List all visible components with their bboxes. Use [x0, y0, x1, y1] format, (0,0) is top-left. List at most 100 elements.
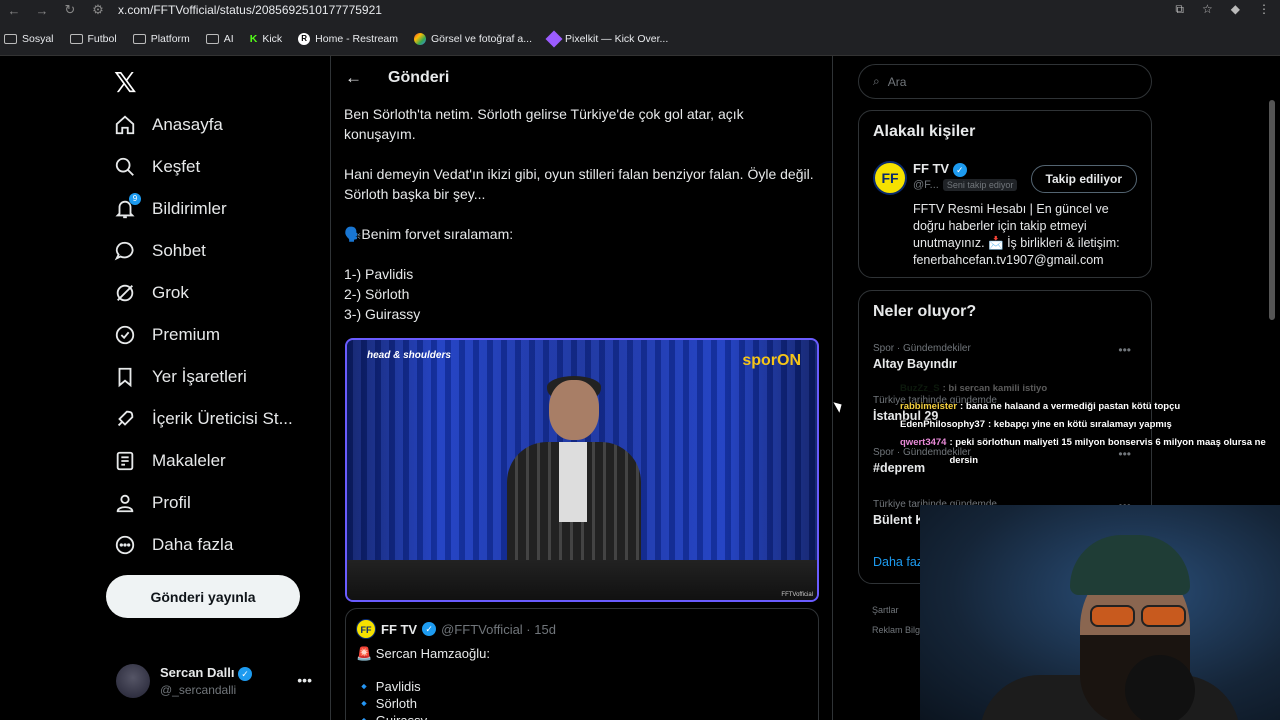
- sidebar-item-notifications[interactable]: 9 Bildirimler: [114, 193, 227, 220]
- folder-icon: [69, 34, 83, 44]
- follows-you-badge: Seni takip ediyor: [942, 179, 1018, 191]
- page-title: Gönderi: [388, 69, 450, 86]
- extension-icon[interactable]: ◆: [1231, 2, 1240, 16]
- bookmark-icon: [114, 366, 136, 388]
- video-watermark: FFTVofficial: [781, 592, 813, 598]
- ranking-item: 1-) Pavlidis: [344, 266, 414, 282]
- bookmark-kick[interactable]: K Kick: [250, 33, 282, 45]
- kick-icon: K: [249, 33, 258, 45]
- post-paragraph: Hani demeyin Vedat'ın ikizi gibi, oyun s…: [344, 166, 814, 202]
- install-icon[interactable]: ⧉: [1175, 2, 1184, 17]
- sidebar-item-profile[interactable]: Profil: [114, 492, 191, 514]
- post-body: Ben Sörloth'ta netim. Sörloth gelirse Tü…: [344, 104, 814, 324]
- webcam-overlay: [920, 505, 1280, 720]
- footer-link[interactable]: Şartlar: [872, 600, 922, 620]
- avatar: [116, 664, 150, 698]
- profile-icon: [114, 492, 136, 514]
- star-icon[interactable]: ☆: [1202, 2, 1213, 16]
- menu-icon[interactable]: ⋮: [1258, 2, 1270, 16]
- restream-icon: R: [298, 33, 311, 45]
- mouse-cursor: [833, 399, 845, 413]
- image-icon: [414, 33, 427, 45]
- rocket-icon: [114, 408, 136, 430]
- quoted-author-handle: @FFTVofficial · 15d: [441, 621, 556, 637]
- sidebar-item-explore[interactable]: Keşfet: [114, 156, 200, 178]
- account-handle: @_sercandalli: [160, 683, 237, 697]
- verified-icon: ✓: [238, 667, 253, 681]
- browser-chrome: ← → ↻ ⚙ x.com/FFTVofficial/status/208569…: [0, 0, 1280, 56]
- video-desk: [347, 560, 817, 600]
- quoted-post-list: 🔹 Pavlidis 🔹 Sörloth 🔹 Guirassy ...: [356, 678, 808, 720]
- quoted-author-name: FF TV: [381, 621, 418, 637]
- footer-links: Şartlar Reklam Bilgi: [872, 600, 922, 640]
- bookmark-ai[interactable]: AI: [205, 33, 234, 45]
- post-paragraph: 🗣️Benim forvet sıralamam:: [344, 226, 514, 242]
- more-dots-icon[interactable]: •••: [1118, 343, 1131, 357]
- following-button[interactable]: Takip ediliyor: [1030, 165, 1137, 193]
- panel-title: Neler oluyor?: [873, 303, 977, 320]
- related-user-bio: FFTV Resmi Hesabı | En güncel ve doğru h…: [913, 202, 1120, 267]
- bookmark-futbol[interactable]: Futbol: [69, 33, 117, 45]
- more-dots-icon[interactable]: •••: [297, 672, 312, 688]
- channel-logo: sporON: [742, 352, 801, 369]
- related-user-handle: @F... Seni takip ediyor: [913, 179, 1018, 191]
- account-switcher[interactable]: Sercan Dallı ✓ @_sercandalli •••: [116, 664, 316, 698]
- sidebar-item-home[interactable]: Anasayfa: [114, 114, 223, 136]
- post-button[interactable]: Gönderi yayınla: [106, 575, 300, 618]
- ranking-item: 3-) Guirassy: [344, 306, 421, 322]
- ranking-item: 2-) Sörloth: [344, 286, 410, 302]
- bookmark-sosyal[interactable]: Sosyal: [4, 33, 54, 45]
- sidebar-item-more[interactable]: Daha fazla: [114, 534, 233, 556]
- list-item: 🔹 Pavlidis: [356, 679, 421, 694]
- sidebar-item-grok[interactable]: Grok: [114, 282, 189, 304]
- show-more-link[interactable]: Daha faz: [873, 555, 923, 569]
- post-video[interactable]: head & shoulders sporON FFTVofficial: [345, 338, 819, 602]
- pixelkit-icon: [545, 30, 563, 48]
- bookmark-platform[interactable]: Platform: [132, 33, 190, 45]
- chat-message: qwert3474: peki sörlothun maliyeti 15 mi…: [900, 437, 1266, 466]
- related-user-name[interactable]: FF TV ✓: [913, 161, 967, 177]
- bookmark-image[interactable]: Görsel ve fotoğraf a...: [414, 33, 532, 45]
- verified-icon: ✓: [952, 163, 967, 177]
- sidebar-item-chat[interactable]: Sohbet: [114, 240, 206, 262]
- related-people-panel: Alakalı kişiler FF FF TV ✓ @F... Seni ta…: [858, 110, 1152, 278]
- quoted-post-header: FF FF TV ✓ @FFTVofficial · 15d: [356, 619, 808, 639]
- bookmarks-bar: Sosyal Futbol Platform AI K Kick R Home - …: [0, 28, 668, 50]
- sidebar-item-bookmarks[interactable]: Yer İşaretleri: [114, 366, 247, 388]
- reload-icon[interactable]: ↻: [56, 2, 84, 18]
- main-column: ← Gönderi Ben Sörloth'ta netim. Sörloth …: [330, 56, 833, 720]
- trend-item[interactable]: Spor · Gündemdekiler Altay Bayındır •••: [873, 343, 1139, 371]
- list-item: 🔹 Sörloth: [356, 696, 417, 711]
- quoted-post[interactable]: FF FF TV ✓ @FFTVofficial · 15d 🚨 Sercan …: [345, 608, 819, 720]
- sidebar-item-creator-studio[interactable]: İçerik Üreticisi St...: [114, 408, 293, 430]
- more-circle-icon: [114, 534, 136, 556]
- forward-icon[interactable]: →: [28, 3, 56, 18]
- list-item: 🔹 Guirassy ...: [356, 712, 808, 720]
- sidebar-item-premium[interactable]: Premium: [114, 324, 220, 346]
- post-paragraph: Ben Sörloth'ta netim. Sörloth gelirse Tü…: [344, 106, 744, 142]
- folder-icon: [4, 34, 17, 44]
- site-info-icon[interactable]: ⚙: [84, 2, 112, 18]
- footer-link[interactable]: Reklam Bilgi: [872, 620, 922, 640]
- avatar[interactable]: FF: [873, 161, 907, 195]
- search-input[interactable]: ⌕ Ara: [858, 64, 1152, 99]
- sponsor-logo: head & shoulders: [367, 350, 451, 361]
- back-arrow-icon[interactable]: ←: [345, 68, 362, 88]
- bookmark-restream[interactable]: R Home - Restream: [298, 33, 398, 45]
- search-icon: [114, 156, 136, 178]
- address-bar-row: ← → ↻ ⚙ x.com/FFTVofficial/status/208569…: [0, 0, 1280, 20]
- x-logo-icon[interactable]: 𝕏: [114, 66, 137, 99]
- chat-message: BuzZz_S: bi sercan kamili istiyo: [900, 383, 1048, 394]
- search-icon: ⌕: [873, 74, 880, 88]
- bookmark-pixelkit[interactable]: Pixelkit — Kick Over...: [545, 30, 668, 48]
- chat-message: EdenPhilosophy37: kebapçı yine en kötü s…: [900, 419, 1172, 430]
- back-icon[interactable]: ←: [0, 3, 28, 18]
- grok-icon: [114, 282, 136, 304]
- url-field[interactable]: x.com/FFTVofficial/status/20856925101777…: [118, 3, 382, 17]
- left-sidebar: 𝕏 Anasayfa Keşfet 9 Bildirimler Sohbet G…: [104, 56, 320, 720]
- chat-message: rabbimeister: bana ne halaand a vermediğ…: [900, 401, 1181, 412]
- quoted-post-text: 🚨 Sercan Hamzaoğlu:: [356, 646, 490, 661]
- account-name: Sercan Dallı ✓: [160, 665, 253, 681]
- sidebar-item-articles[interactable]: Makaleler: [114, 450, 226, 472]
- page-scrollbar[interactable]: [1268, 60, 1276, 720]
